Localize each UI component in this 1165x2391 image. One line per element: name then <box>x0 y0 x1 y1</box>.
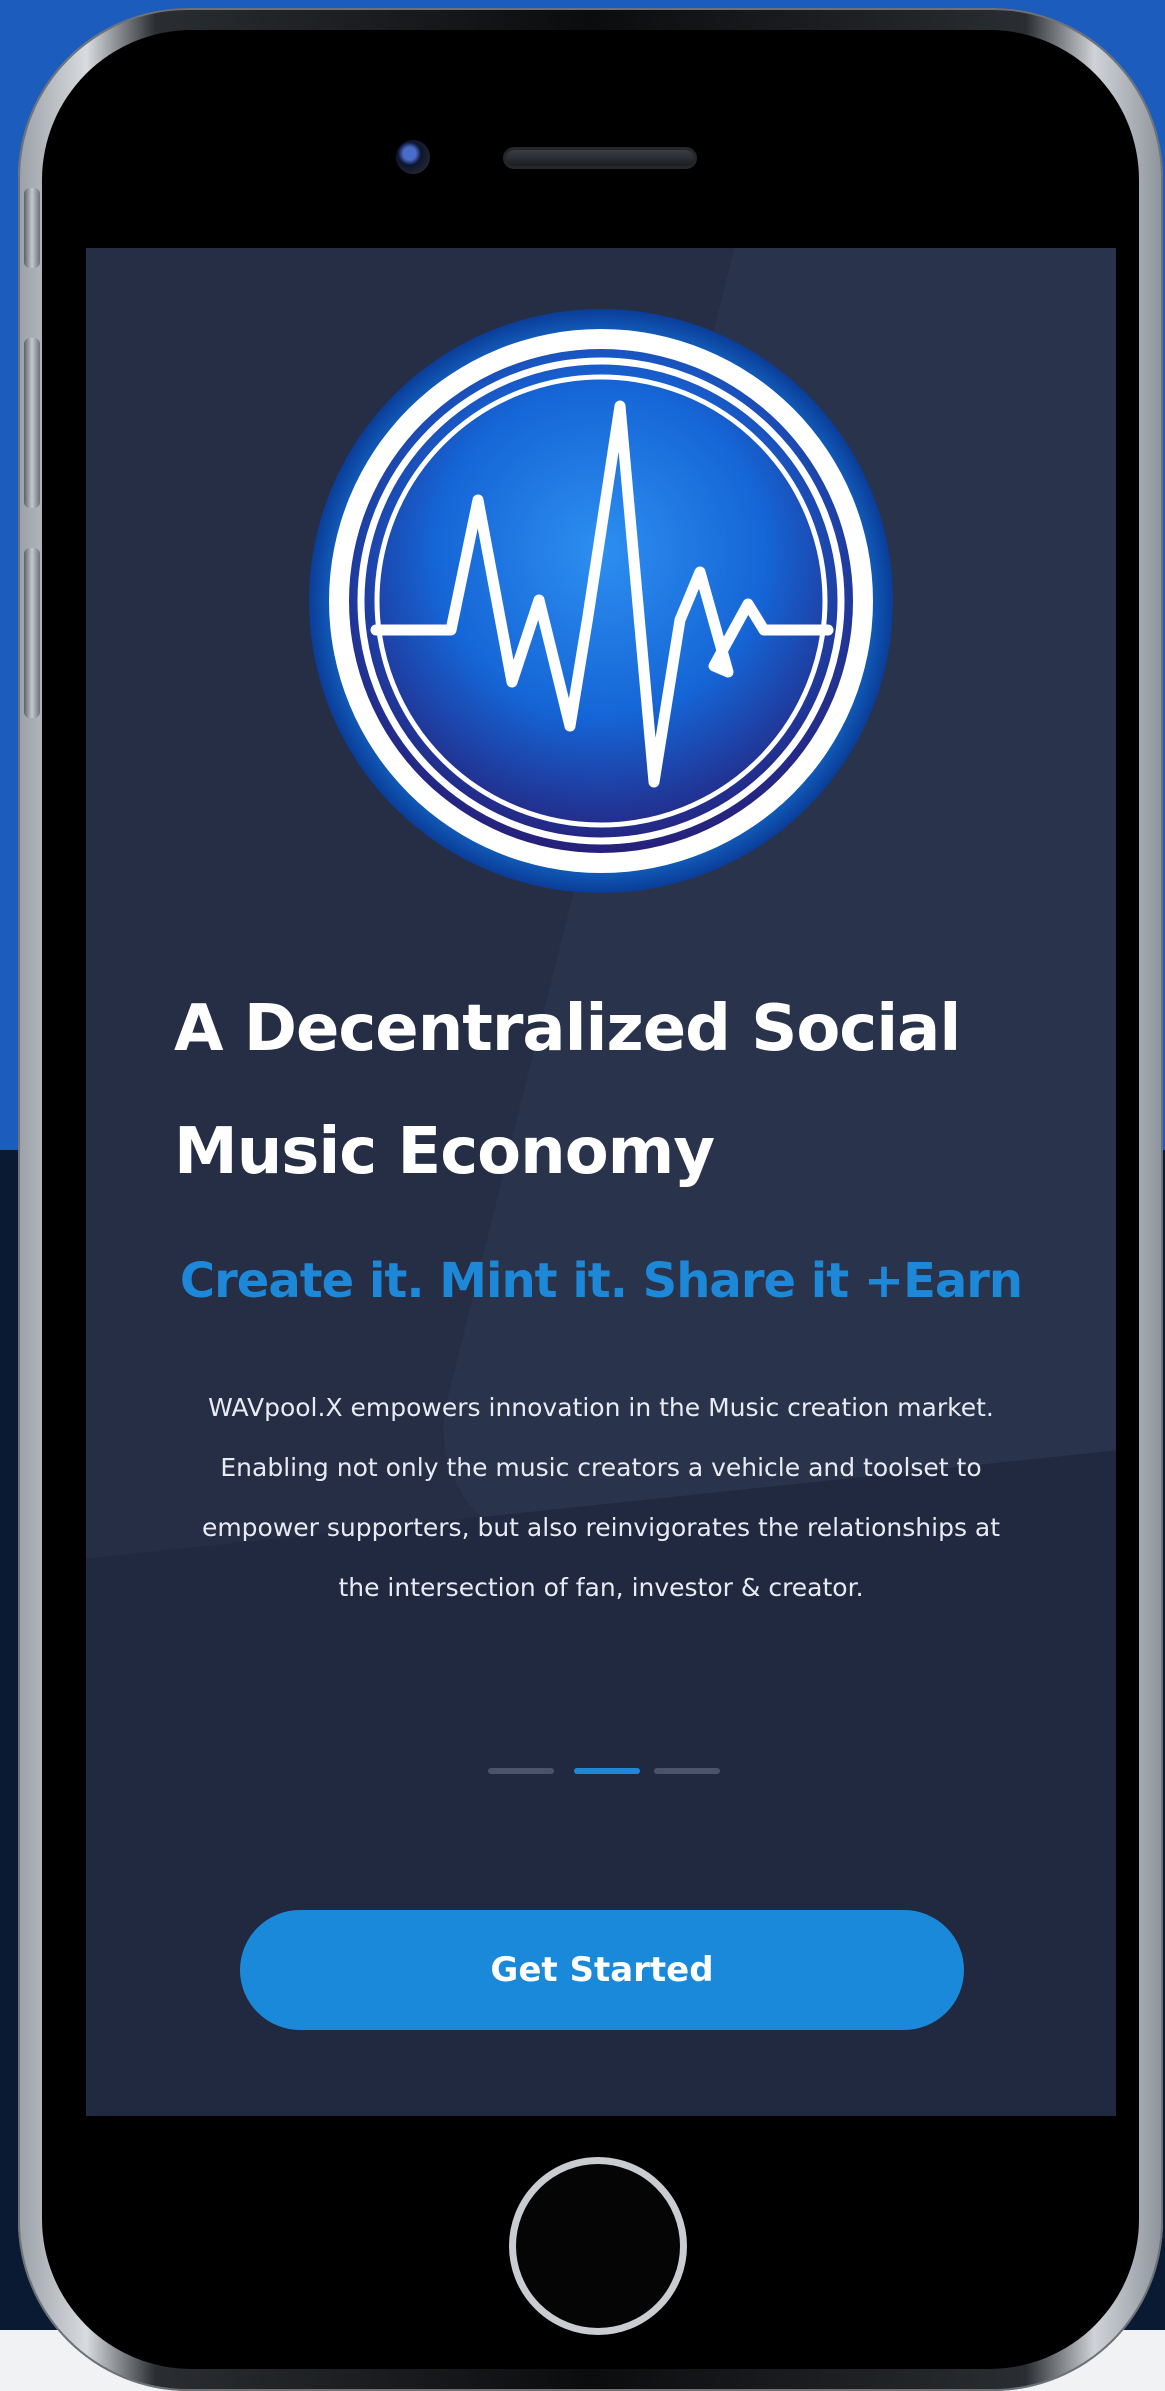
carousel-indicator-3[interactable] <box>654 1768 720 1774</box>
page-title-line-1: A Decentralized Social <box>174 992 961 1066</box>
description-text: WAVpool.X empowers innovation in the Mus… <box>201 1393 1001 1602</box>
app-screen: A Decentralized Social Music Economy Cre… <box>86 248 1116 2116</box>
get-started-button[interactable]: Get Started <box>240 1910 964 2030</box>
phone-silent-switch <box>24 188 40 268</box>
page-title-line-2: Music Economy <box>174 1115 715 1189</box>
carousel-indicator-2-active[interactable] <box>574 1768 640 1774</box>
carousel-indicators <box>488 1768 728 1774</box>
carousel-indicator-1[interactable] <box>488 1768 554 1774</box>
phone-volume-up-button <box>24 338 40 508</box>
earpiece-speaker <box>506 150 694 166</box>
tagline: Create it. Mint it. Share it +Earn <box>179 1253 1023 1309</box>
home-button[interactable] <box>509 2157 687 2335</box>
page-title: A Decentralized Social Music Economy <box>174 968 1074 1214</box>
soundwave-logo-icon <box>309 309 893 893</box>
front-camera <box>396 140 430 174</box>
phone-volume-down-button <box>24 548 40 718</box>
